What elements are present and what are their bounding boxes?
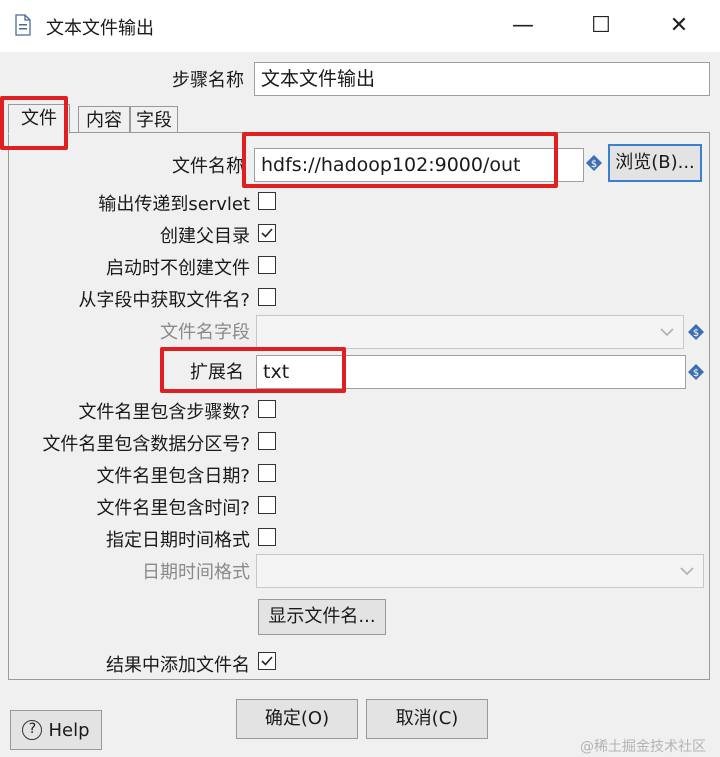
filename-field-label: 文件名字段 bbox=[160, 322, 250, 343]
variable-icon: $ bbox=[688, 364, 704, 380]
specify-datetime-label: 指定日期时间格式 bbox=[106, 530, 250, 551]
from-field-checkbox[interactable] bbox=[258, 288, 276, 306]
svg-text:$: $ bbox=[591, 159, 597, 170]
variable-icon: $ bbox=[688, 324, 704, 340]
help-label: Help bbox=[48, 719, 90, 741]
no-create-start-checkbox[interactable] bbox=[258, 256, 276, 274]
checkmark-icon bbox=[261, 228, 273, 238]
maximize-button[interactable]: ☐ bbox=[580, 6, 622, 46]
ok-button[interactable]: 确定(O) bbox=[236, 699, 358, 739]
no-create-start-label: 启动时不创建文件 bbox=[106, 258, 250, 279]
include-partition-label: 文件名里包含数据分区号? bbox=[42, 434, 250, 455]
help-icon: ? bbox=[22, 720, 43, 740]
filename-label: 文件名称 bbox=[172, 156, 244, 177]
close-button[interactable]: ✕ bbox=[658, 6, 700, 46]
servlet-checkbox[interactable] bbox=[258, 192, 276, 210]
highlight-box-extension bbox=[160, 347, 346, 393]
cancel-button[interactable]: 取消(C) bbox=[366, 699, 488, 739]
datetime-format-label: 日期时间格式 bbox=[142, 562, 250, 583]
servlet-label: 输出传递到servlet bbox=[98, 194, 250, 215]
include-time-label: 文件名里包含时间? bbox=[96, 498, 250, 519]
minimize-button[interactable]: — bbox=[502, 6, 544, 46]
highlight-box-filename bbox=[242, 132, 558, 188]
filename-field-select[interactable] bbox=[256, 315, 684, 349]
add-to-result-checkbox[interactable] bbox=[258, 652, 276, 670]
include-step-checkbox[interactable] bbox=[258, 400, 276, 418]
include-step-label: 文件名里包含步骤数? bbox=[78, 402, 250, 423]
specify-datetime-checkbox[interactable] bbox=[258, 528, 276, 546]
create-parent-checkbox[interactable] bbox=[258, 224, 276, 242]
include-date-checkbox[interactable] bbox=[258, 464, 276, 482]
show-filename-button[interactable]: 显示文件名... bbox=[258, 599, 386, 635]
tab-content[interactable]: 内容 bbox=[78, 106, 130, 134]
include-date-label: 文件名里包含日期? bbox=[96, 466, 250, 487]
step-name-label: 步骤名称 bbox=[172, 70, 244, 91]
svg-text:$: $ bbox=[693, 368, 699, 379]
step-name-input[interactable]: 文本文件输出 bbox=[254, 62, 710, 96]
chevron-down-icon bbox=[656, 321, 678, 343]
window-title: 文本文件输出 bbox=[46, 18, 154, 39]
from-field-label: 从字段中获取文件名? bbox=[78, 290, 250, 311]
chevron-down-icon bbox=[676, 560, 698, 582]
help-button[interactable]: ? Help bbox=[10, 710, 102, 750]
browse-button[interactable]: 浏览(B)... bbox=[608, 144, 702, 182]
create-parent-label: 创建父目录 bbox=[160, 226, 250, 247]
document-icon bbox=[14, 14, 32, 36]
checkmark-icon bbox=[261, 656, 273, 666]
include-partition-checkbox[interactable] bbox=[258, 432, 276, 450]
tab-fields[interactable]: 字段 bbox=[130, 106, 178, 134]
add-to-result-label: 结果中添加文件名 bbox=[106, 655, 250, 676]
watermark: @稀土掘金技术社区 bbox=[580, 739, 706, 755]
include-time-checkbox[interactable] bbox=[258, 496, 276, 514]
highlight-box-tab bbox=[0, 96, 68, 150]
variable-icon: $ bbox=[586, 155, 602, 171]
svg-text:$: $ bbox=[693, 328, 699, 339]
datetime-format-select[interactable] bbox=[256, 554, 704, 588]
